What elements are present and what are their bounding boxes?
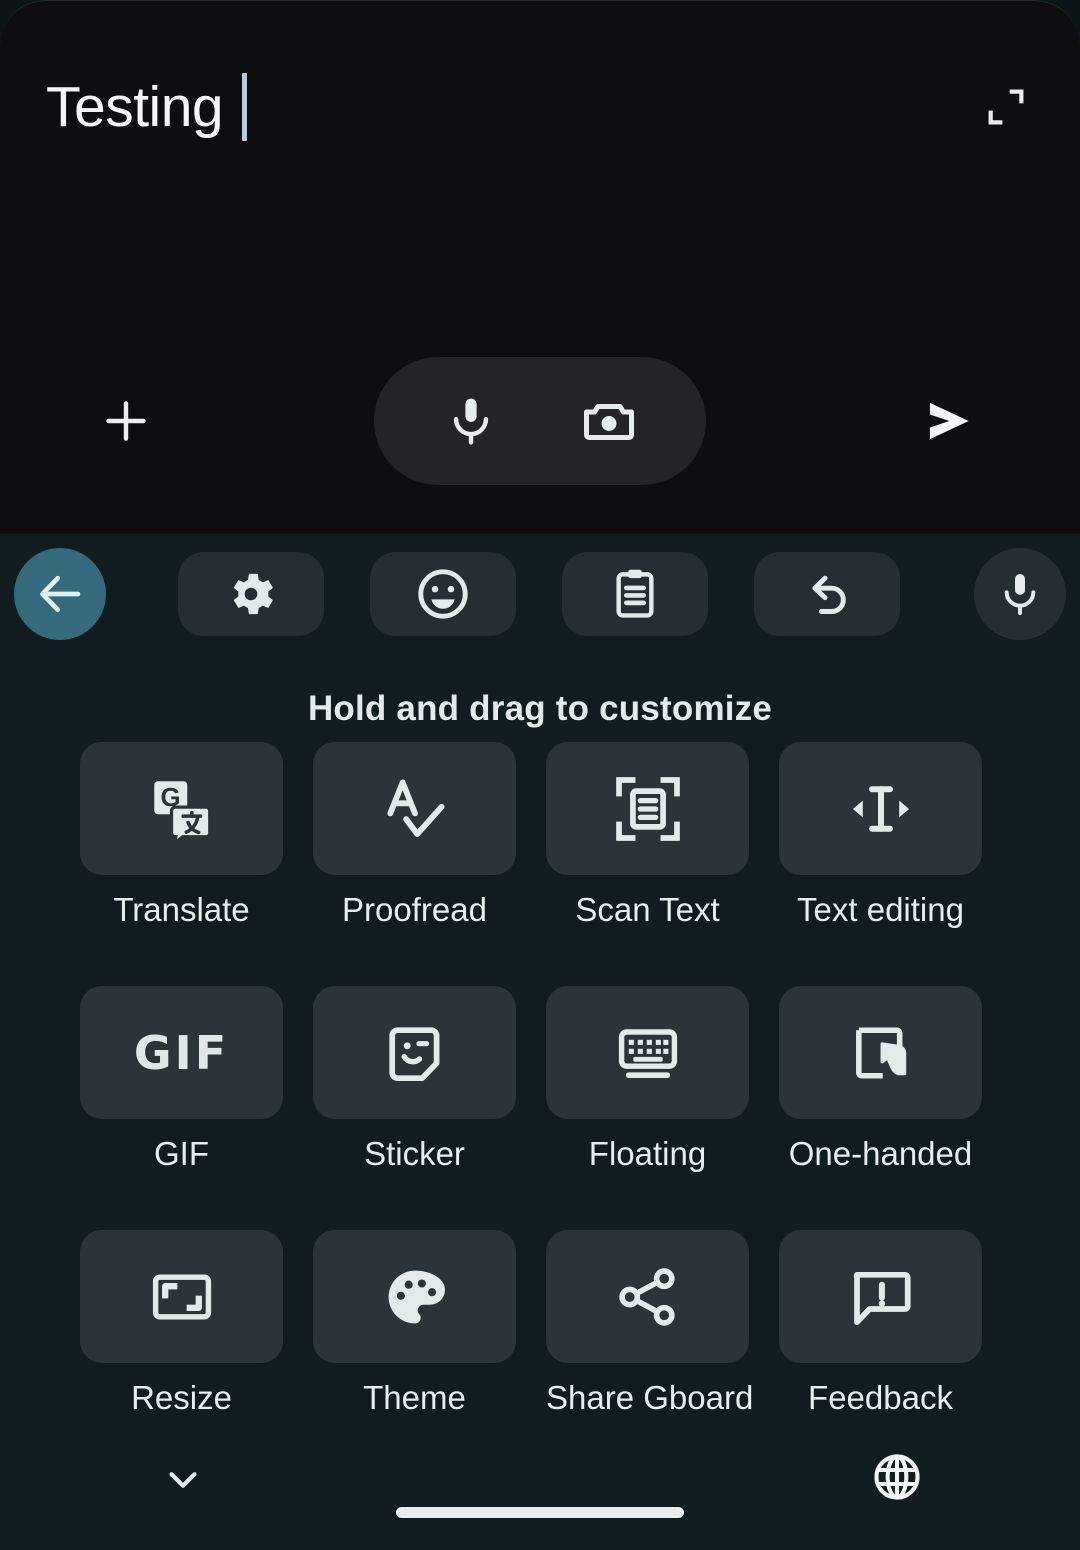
voice-message-button[interactable] (428, 378, 514, 464)
resize-tile[interactable] (80, 1230, 283, 1363)
grid-row-spacer (80, 929, 283, 986)
toolbar-undo-button[interactable] (754, 552, 900, 636)
add-attachment-button[interactable] (86, 375, 166, 467)
gear-icon (223, 566, 279, 622)
toolbar-clipboard-button[interactable] (562, 552, 708, 636)
translate-tile[interactable]: G (80, 742, 283, 875)
grid-label: Translate (113, 891, 250, 928)
text-cursor-icon (844, 772, 918, 846)
message-compose-window: Testing (0, 0, 1080, 534)
google-translate-icon: G (145, 772, 219, 846)
gboard-toolbar (0, 548, 1080, 648)
grid-label: GIF (154, 1135, 209, 1172)
grid-label: Proofread (342, 891, 487, 928)
expand-diagonal-icon (983, 84, 1029, 130)
undo-icon (799, 566, 855, 622)
gif-tile[interactable]: GIF (80, 986, 283, 1119)
grid-label: Share Gboard (546, 1379, 754, 1416)
grid-label: Scan Text (575, 891, 720, 928)
microphone-icon (443, 393, 499, 449)
grid-label: Floating (588, 1135, 707, 1172)
grid-row-spacer (779, 929, 982, 986)
globe-icon (869, 1449, 925, 1505)
language-switch-button[interactable] (854, 1434, 940, 1520)
toolbar-settings-button[interactable] (178, 552, 324, 636)
grid-item-text-editing[interactable]: Text editing (779, 742, 982, 929)
camera-icon (579, 391, 639, 451)
floating-tile[interactable] (546, 986, 749, 1119)
arrow-left-icon (33, 567, 87, 621)
smiley-icon (414, 565, 472, 623)
palette-icon (379, 1261, 451, 1333)
feedback-bubble-icon (845, 1261, 917, 1333)
grid-item-one-handed[interactable]: One-handed (779, 986, 982, 1173)
grid-row-spacer (546, 929, 749, 986)
expand-button[interactable] (978, 79, 1034, 135)
grid-item-resize[interactable]: Resize (80, 1230, 283, 1417)
grid-label: Sticker (364, 1135, 465, 1172)
sticker-icon (379, 1017, 451, 1089)
one-handed-tile[interactable] (779, 986, 982, 1119)
feature-grid: G Translate Proofread Scan Text Text edi… (80, 742, 1000, 1417)
proofread-tile[interactable] (313, 742, 516, 875)
home-indicator[interactable] (396, 1507, 684, 1518)
grid-row-spacer (313, 929, 516, 986)
grid-row-spacer (313, 1173, 516, 1230)
grid-item-share-gboard[interactable]: Share Gboard (546, 1230, 754, 1417)
resize-icon (146, 1261, 218, 1333)
grid-label: Text editing (797, 891, 964, 928)
grid-item-feedback[interactable]: Feedback (779, 1230, 982, 1417)
gboard-panel: Hold and drag to customize G Translate P… (0, 534, 1080, 1550)
scan-text-tile[interactable] (546, 742, 749, 875)
customize-hint: Hold and drag to customize (307, 689, 773, 728)
share-gboard-tile[interactable] (546, 1230, 749, 1363)
gboard-bottom-bar (0, 1430, 1080, 1550)
grid-row-spacer (779, 1173, 982, 1230)
chevron-down-icon (160, 1456, 206, 1502)
message-input-text: Testing (46, 74, 239, 139)
grid-item-proofread[interactable]: Proofread (313, 742, 516, 929)
grid-item-theme[interactable]: Theme (313, 1230, 516, 1417)
document-scanner-icon (611, 772, 685, 846)
phone-screen: Testing Hold and drag to customize G Tra… (0, 0, 1080, 1550)
toolbar-emoji-button[interactable] (370, 552, 516, 636)
floating-keyboard-icon (612, 1017, 684, 1089)
text-editing-tile[interactable] (779, 742, 982, 875)
grid-label: Feedback (808, 1379, 953, 1416)
grid-row-spacer (546, 1173, 749, 1230)
grid-item-translate[interactable]: G Translate (80, 742, 283, 929)
collapse-keyboard-button[interactable] (140, 1444, 226, 1514)
grid-item-floating[interactable]: Floating (546, 986, 749, 1173)
microphone-icon (995, 569, 1045, 619)
feedback-tile[interactable] (779, 1230, 982, 1363)
one-handed-icon (846, 1018, 916, 1088)
message-input[interactable]: Testing (46, 73, 248, 141)
grid-item-sticker[interactable]: Sticker (313, 986, 516, 1173)
toolbar-back-button[interactable] (14, 548, 106, 640)
grid-label: One-handed (788, 1135, 973, 1172)
send-arrow-icon (917, 390, 979, 452)
send-button[interactable] (904, 377, 992, 465)
spellcheck-icon (377, 771, 453, 847)
toolbar-voice-button[interactable] (974, 548, 1066, 640)
grid-label: Theme (363, 1379, 466, 1416)
media-pill (374, 357, 706, 485)
compose-action-row (0, 357, 1080, 485)
camera-button[interactable] (566, 378, 652, 464)
sticker-tile[interactable] (313, 986, 516, 1119)
grid-row-spacer (80, 1173, 283, 1230)
plus-icon (98, 393, 154, 449)
grid-item-gif[interactable]: GIF GIF (80, 986, 283, 1173)
clipboard-icon (607, 566, 663, 622)
text-caret (242, 73, 248, 141)
gif-text-icon: GIF (133, 1025, 230, 1080)
grid-label: Resize (131, 1379, 232, 1416)
theme-tile[interactable] (313, 1230, 516, 1363)
grid-item-scan-text[interactable]: Scan Text (546, 742, 749, 929)
share-icon (612, 1261, 684, 1333)
